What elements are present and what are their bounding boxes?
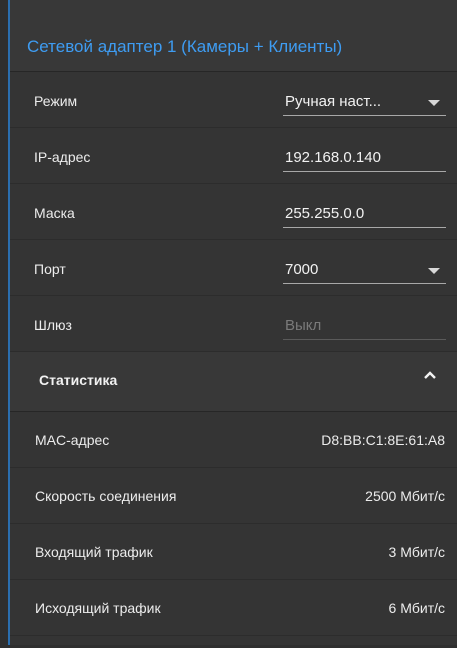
- mask-input[interactable]: 255.255.0.0: [283, 204, 446, 228]
- stat-label: MAC-адрес: [35, 432, 110, 448]
- chevron-up-icon[interactable]: [423, 368, 437, 382]
- statistics-section-header[interactable]: Статистика: [10, 352, 457, 412]
- gateway-input: Выкл: [283, 316, 446, 340]
- stat-label: Входящий трафик: [35, 544, 153, 560]
- stat-value: 6 Мбит/с: [388, 600, 445, 616]
- gateway-value: Выкл: [285, 317, 322, 334]
- mask-value: 255.255.0.0: [285, 205, 365, 222]
- stat-row-outgoing: Исходящий трафик 6 Мбит/с: [10, 580, 457, 636]
- stat-value: 3 Мбит/с: [388, 544, 445, 560]
- mode-value: Ручная наст...: [285, 93, 382, 110]
- stat-row-mac: MAC-адрес D8:BB:C1:8E:61:A8: [10, 412, 457, 468]
- panel-title: Сетевой адаптер 1 (Камеры + Клиенты): [10, 0, 457, 72]
- stat-label: Скорость соединения: [35, 488, 177, 504]
- mask-row: Маска 255.255.0.0: [10, 184, 457, 240]
- gateway-label: Шлюз: [34, 317, 72, 333]
- ip-value: 192.168.0.140: [285, 149, 381, 166]
- stat-value: 2500 Мбит/с: [365, 488, 445, 504]
- statistics-title: Статистика: [39, 372, 118, 388]
- mode-row: Режим Ручная наст...: [10, 72, 457, 128]
- mode-select[interactable]: Ручная наст...: [283, 92, 446, 116]
- chevron-down-icon: [428, 268, 440, 274]
- ip-label: IP-адрес: [34, 149, 91, 165]
- stat-label: Исходящий трафик: [35, 600, 161, 616]
- port-value: 7000: [285, 261, 319, 278]
- stat-row-link-speed: Скорость соединения 2500 Мбит/с: [10, 468, 457, 524]
- port-select[interactable]: 7000: [283, 260, 446, 284]
- chevron-down-icon: [428, 100, 440, 106]
- mask-label: Маска: [34, 205, 75, 221]
- mode-label: Режим: [34, 93, 78, 109]
- stat-value: D8:BB:C1:8E:61:A8: [321, 432, 445, 448]
- port-row: Порт 7000: [10, 240, 457, 296]
- ip-input[interactable]: 192.168.0.140: [283, 148, 446, 172]
- stat-row-incoming: Входящий трафик 3 Мбит/с: [10, 524, 457, 580]
- ip-row: IP-адрес 192.168.0.140: [10, 128, 457, 184]
- port-label: Порт: [34, 261, 66, 277]
- gateway-row: Шлюз Выкл: [10, 296, 457, 352]
- network-adapter-panel: Сетевой адаптер 1 (Камеры + Клиенты) Реж…: [8, 0, 457, 645]
